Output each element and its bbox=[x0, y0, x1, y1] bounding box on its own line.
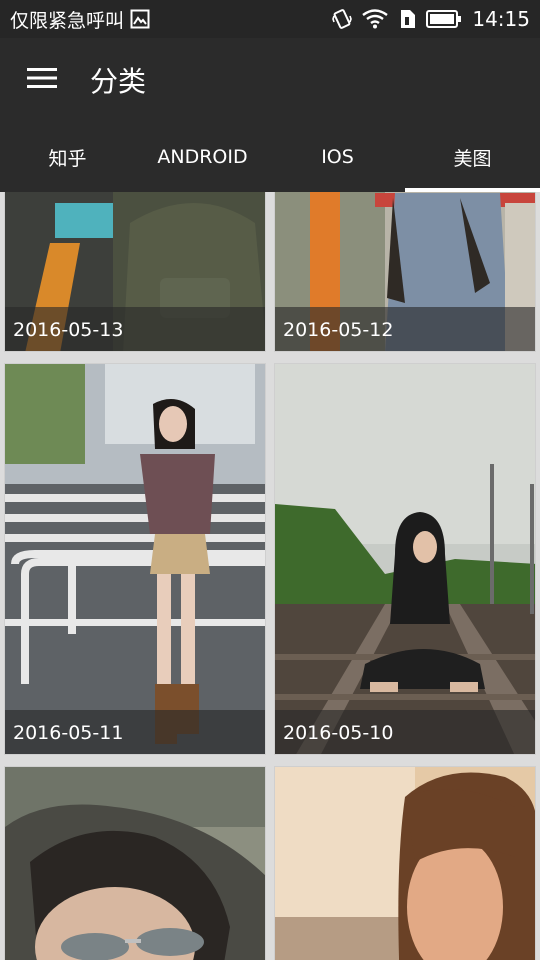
photo-grid[interactable]: 2016-05-13 2016-05-12 2016-05-11 2016-05… bbox=[0, 192, 540, 960]
tab-ios[interactable]: IOS bbox=[270, 122, 405, 192]
tab-label: ANDROID bbox=[157, 146, 248, 168]
vibrate-icon bbox=[332, 8, 353, 30]
image-icon bbox=[130, 9, 150, 29]
photo-date: 2016-05-12 bbox=[283, 319, 394, 341]
photo-image bbox=[5, 767, 265, 960]
photo-image bbox=[275, 364, 535, 754]
status-right: 14:15 bbox=[332, 7, 530, 31]
battery-icon bbox=[426, 9, 462, 29]
tab-label: 知乎 bbox=[48, 147, 87, 170]
photo-date: 2016-05-10 bbox=[283, 722, 394, 744]
wifi-icon bbox=[362, 9, 389, 29]
screen: 仅限紧急呼叫 14:15 分类 知乎 ANDROID IOS 美图 2016-0… bbox=[0, 0, 540, 960]
status-bar: 仅限紧急呼叫 14:15 bbox=[0, 0, 540, 38]
carrier-text: 仅限紧急呼叫 bbox=[10, 9, 125, 32]
photo-card[interactable]: 2016-05-12 bbox=[274, 192, 536, 352]
photo-card[interactable]: 2016-05-11 bbox=[4, 363, 266, 755]
sim-icon bbox=[398, 9, 416, 29]
tab-label: 美图 bbox=[453, 147, 492, 170]
photo-date: 2016-05-11 bbox=[13, 722, 124, 744]
clock: 14:15 bbox=[472, 7, 530, 31]
photo-image bbox=[275, 767, 535, 960]
tab-android[interactable]: ANDROID bbox=[135, 122, 270, 192]
photo-date: 2016-05-13 bbox=[13, 319, 124, 341]
menu-icon bbox=[27, 66, 57, 94]
toolbar: 分类 bbox=[0, 38, 540, 122]
page-title: 分类 bbox=[90, 65, 147, 98]
status-left: 仅限紧急呼叫 bbox=[10, 6, 150, 33]
photo-image bbox=[5, 364, 265, 754]
photo-card[interactable] bbox=[274, 766, 536, 960]
photo-card[interactable]: 2016-05-10 bbox=[274, 363, 536, 755]
menu-button[interactable] bbox=[0, 38, 84, 122]
tab-label: IOS bbox=[321, 146, 354, 168]
tab-meitu[interactable]: 美图 bbox=[405, 122, 540, 192]
tab-bar: 知乎 ANDROID IOS 美图 bbox=[0, 122, 540, 192]
photo-card[interactable]: 2016-05-13 bbox=[4, 192, 266, 352]
tab-zhihu[interactable]: 知乎 bbox=[0, 122, 135, 192]
photo-card[interactable] bbox=[4, 766, 266, 960]
